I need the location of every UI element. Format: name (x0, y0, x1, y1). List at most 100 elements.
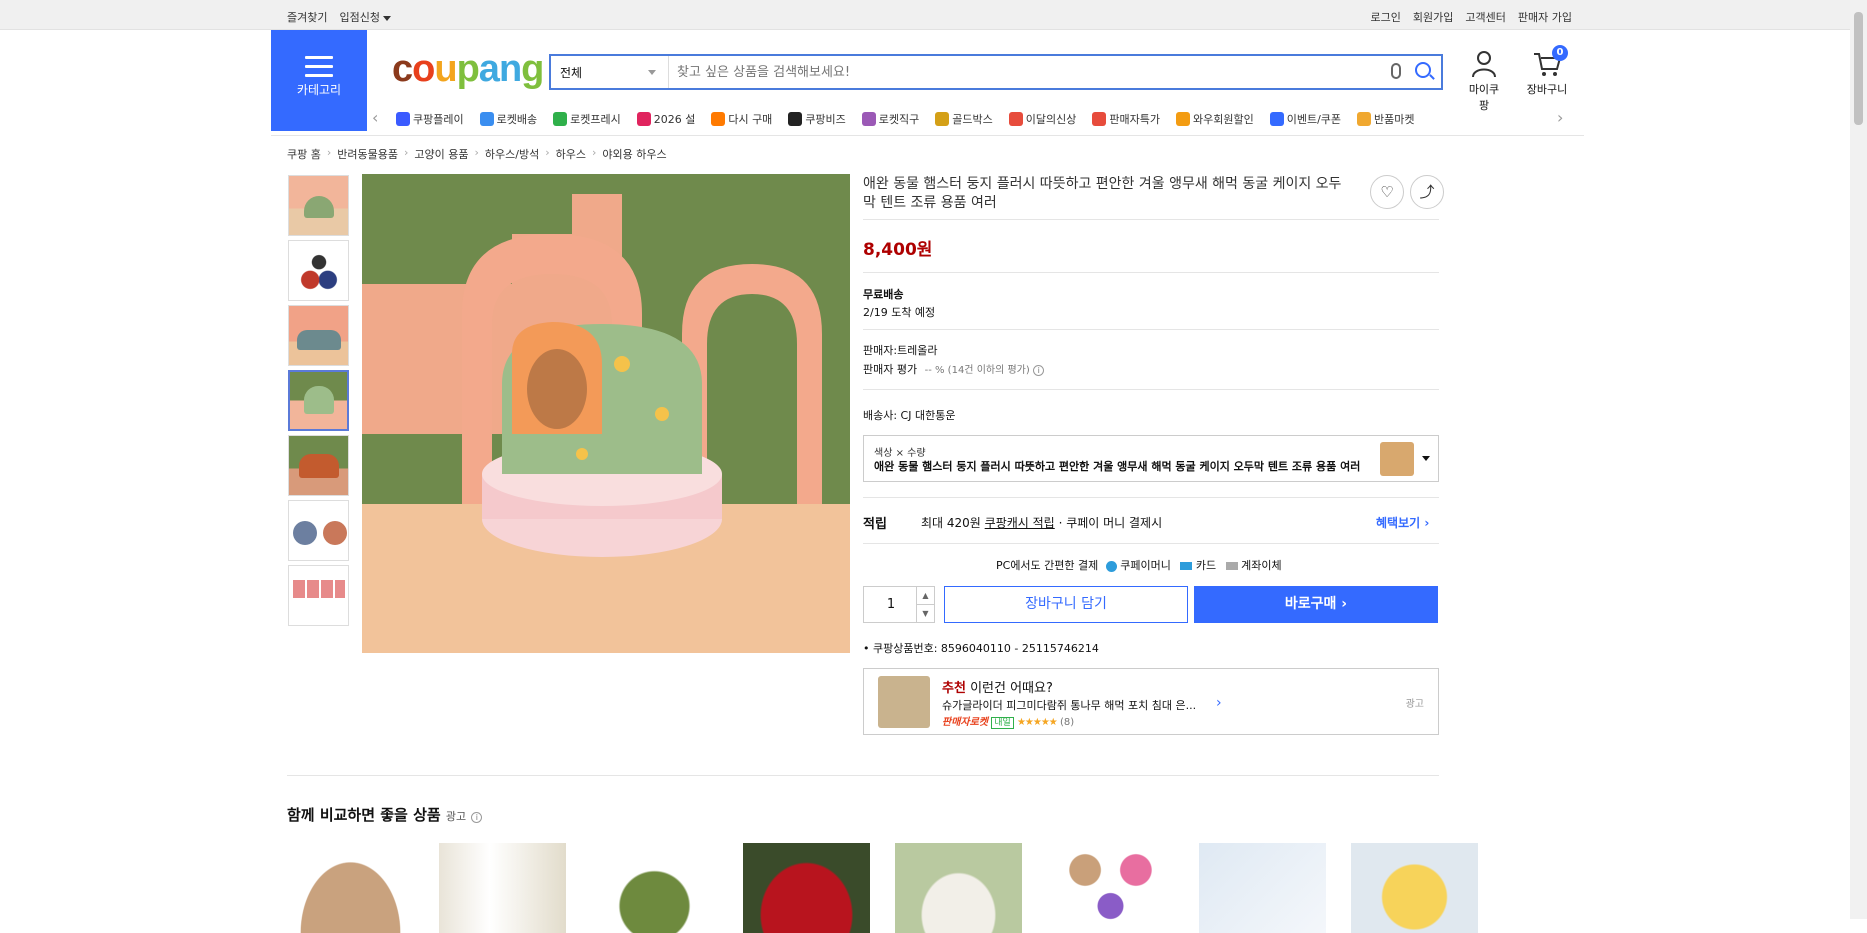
quantity-value[interactable]: 1 (864, 597, 918, 612)
nav-item[interactable]: 이달의신상 (1008, 111, 1076, 127)
recommend-image (878, 676, 930, 728)
breadcrumb-item[interactable]: 고양이 용품 (414, 146, 468, 162)
breadcrumb-item[interactable]: 쿠팡 홈 (287, 146, 321, 162)
microphone-icon[interactable] (1391, 63, 1401, 79)
buy-now-button[interactable]: 바로구매 › (1194, 586, 1438, 623)
breadcrumb-item[interactable]: 하우스/방석 (485, 146, 539, 162)
nav-item-label: 반품마켓 (1374, 113, 1415, 126)
seller-name[interactable]: 판매자:트레올라 (863, 342, 938, 358)
coupang-logo[interactable]: coupang (392, 48, 544, 91)
increment-icon[interactable]: ▲ (916, 587, 934, 605)
compare-product-card[interactable] (1199, 843, 1326, 933)
compare-product-card[interactable] (1351, 843, 1478, 933)
thumbnail-image[interactable] (288, 565, 349, 626)
nav-item[interactable]: 반품마켓 (1357, 111, 1415, 127)
seller-join-link[interactable]: 판매자 가입 (1518, 9, 1572, 25)
seller-signup-menu[interactable]: 입점신청 (339, 9, 391, 25)
cart-button[interactable]: 0 장바구니 (1526, 45, 1568, 97)
ad-label: 광고 (1405, 699, 1424, 710)
info-icon[interactable]: i (1033, 365, 1045, 376)
compare-product-card[interactable] (439, 843, 566, 933)
nav-item-label: 로켓배송 (496, 113, 538, 126)
compare-product-list (287, 843, 1478, 933)
nav-item-label: 쿠팡비즈 (805, 113, 846, 126)
mycoupang-button[interactable]: 마이쿠팡 (1464, 50, 1504, 113)
page-scrollbar[interactable] (1850, 0, 1867, 919)
nav-item[interactable]: 2026 설 (636, 111, 696, 127)
hamburger-icon (305, 56, 333, 77)
seller-rating-value: -- % (14건 이하의 평가) (924, 365, 1030, 376)
globe-icon (861, 112, 876, 126)
home-icon (711, 112, 726, 126)
chevron-right-icon: › (326, 146, 332, 159)
quantity-stepper[interactable]: 1 ▲ ▼ (863, 586, 935, 623)
nav-item[interactable]: 와우회원할인 (1175, 111, 1254, 127)
nav-item[interactable]: 로켓직구 (861, 111, 919, 127)
nav-item[interactable]: 로켓배송 (479, 111, 538, 127)
login-link[interactable]: 로그인 (1371, 9, 1401, 25)
rocket-fresh-icon (553, 112, 568, 126)
nav-item[interactable]: 골드박스 (935, 111, 993, 127)
search-category-select[interactable]: 전체 (551, 56, 669, 88)
breadcrumb-item[interactable]: 반려동물용품 (337, 146, 398, 162)
customer-center-link[interactable]: 고객센터 (1465, 9, 1505, 25)
search-bar: 전체 (549, 54, 1443, 90)
bookmark-link[interactable]: 즐겨찾기 (287, 9, 327, 25)
compare-product-card[interactable] (1047, 843, 1174, 933)
heart-icon[interactable]: ♡ (1370, 175, 1404, 209)
compare-ad-label: 광고 (445, 810, 467, 823)
seller-rocket-badge: 판매자로켓 (942, 717, 988, 728)
reward-text: 최대 420원 (921, 516, 981, 530)
nav-item[interactable]: 판매자특가 (1092, 111, 1160, 127)
tomorrow-badge: 내일 (991, 717, 1014, 729)
compare-product-card[interactable] (287, 843, 414, 933)
add-to-cart-button[interactable]: 장바구니 담기 (944, 586, 1188, 623)
nav-item[interactable]: 쿠팡비즈 (788, 111, 846, 127)
thumbnail-image[interactable] (288, 175, 349, 236)
nav-next-arrow-icon[interactable]: › (1557, 108, 1563, 127)
compare-product-card[interactable] (743, 843, 870, 933)
nav-item-label: 2026 설 (653, 113, 696, 126)
market-icon (1357, 112, 1372, 126)
nav-item[interactable]: 로켓프레시 (553, 111, 621, 127)
scrollbar-thumb[interactable] (1854, 12, 1863, 125)
hamster-house-photo (362, 174, 850, 653)
main-product-image[interactable] (362, 174, 850, 653)
category-button[interactable]: 카테고리 (271, 30, 367, 131)
thumbnail-image[interactable] (288, 500, 349, 561)
reward-row: 최대 420원 쿠팡캐시 적립 · 쿠페이 머니 결제시 (921, 514, 1162, 531)
nav-item-label: 판매자특가 (1109, 113, 1160, 126)
reward-link[interactable]: 쿠팡캐시 적립 (985, 516, 1055, 530)
thumbnail-image-selected[interactable] (288, 370, 349, 431)
share-icon[interactable]: ⤴ (1410, 175, 1444, 209)
search-icon[interactable] (1415, 62, 1431, 78)
chevron-right-icon: › (545, 146, 550, 159)
nav-item[interactable]: 이벤트/쿠폰 (1269, 111, 1341, 127)
signup-link[interactable]: 회원가입 (1413, 9, 1453, 25)
buy-now-label: 바로구매 (1284, 596, 1337, 612)
chevron-right-icon: › (474, 146, 479, 159)
product-number: 쿠팡상품번호: 8596040110 - 25115746214 (873, 642, 1099, 655)
nav-item[interactable]: 쿠팡플레이 (396, 111, 464, 127)
breadcrumb-item[interactable]: 하우스 (556, 146, 586, 162)
search-input[interactable] (677, 61, 1257, 83)
info-icon[interactable]: i (471, 812, 483, 823)
option-select[interactable]: 색상 × 수량 애완 동물 햄스터 둥지 플러시 따뜻하고 편안한 겨울 앵무새… (863, 435, 1439, 482)
compare-product-card[interactable] (591, 843, 718, 933)
rocket-icon (479, 112, 494, 126)
decrement-icon[interactable]: ▼ (916, 605, 934, 623)
seller-rating-row: 판매자 평가 -- % (14건 이하의 평가) i (863, 361, 1045, 377)
bank-icon (1225, 562, 1238, 570)
compare-product-card[interactable] (895, 843, 1022, 933)
payment-bank: 계좌이체 (1241, 559, 1282, 572)
recommend-headline: 이런건 어때요? (970, 681, 1053, 696)
thumbnail-image[interactable] (288, 435, 349, 496)
benefit-link[interactable]: 혜택보기 › (1376, 514, 1429, 531)
thumbnail-image[interactable] (288, 305, 349, 366)
nav-prev-arrow-icon[interactable]: ‹ (372, 108, 378, 127)
nav-item[interactable]: 다시 구매 (711, 111, 772, 127)
recommend-box[interactable]: 추천 이런건 어때요? 슈가글라이더 피그미다람쥐 통나무 해먹 포치 침대 은… (863, 668, 1439, 735)
thumbnail-image[interactable] (288, 240, 349, 301)
breadcrumb-item[interactable]: 야외용 하우스 (602, 146, 666, 162)
shipping-eta: 2/19 도착 예정 (863, 306, 936, 319)
